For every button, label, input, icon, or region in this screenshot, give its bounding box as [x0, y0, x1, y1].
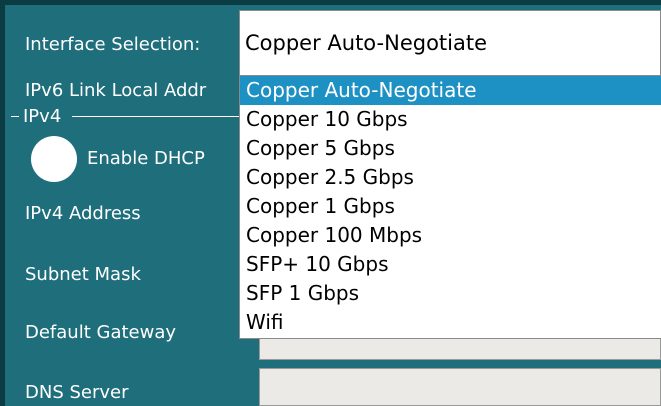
ipv4-group-border-left — [11, 116, 19, 117]
subnet-mask-label: Subnet Mask — [25, 264, 141, 285]
dns-server-label: DNS Server — [25, 382, 129, 403]
enable-dhcp-toggle[interactable] — [31, 136, 77, 182]
enable-dhcp-label: Enable DHCP — [87, 148, 205, 169]
panel-top-border — [0, 0, 661, 5]
dropdown-option[interactable]: Copper 1 Gbps — [240, 192, 661, 221]
ipv4-address-label: IPv4 Address — [25, 203, 141, 224]
dropdown-option[interactable]: SFP+ 10 Gbps — [240, 250, 661, 279]
ipv4-section-title: IPv4 — [23, 106, 62, 127]
dropdown-option[interactable]: Copper 10 Gbps — [240, 105, 661, 134]
interface-selection-label: Interface Selection: — [25, 34, 201, 55]
panel-left-border — [0, 0, 5, 406]
interface-dropdown-list: Copper Auto-Negotiate Copper 10 Gbps Coppe… — [239, 76, 661, 339]
interface-selection-value: Copper Auto-Negotiate — [245, 31, 488, 55]
default-gateway-input[interactable] — [259, 338, 661, 360]
dns-server-input[interactable] — [259, 368, 661, 406]
default-gateway-label: Default Gateway — [25, 322, 177, 343]
dropdown-option[interactable]: Copper Auto-Negotiate — [240, 76, 661, 105]
dropdown-option[interactable]: Copper 2.5 Gbps — [240, 163, 661, 192]
dropdown-option[interactable]: Wifi — [240, 308, 661, 337]
ipv6-link-local-label: IPv6 Link Local Addr — [25, 80, 207, 101]
ipv4-group-border-top — [72, 116, 240, 117]
dropdown-option[interactable]: Copper 5 Gbps — [240, 134, 661, 163]
dropdown-option[interactable]: Copper 100 Mbps — [240, 221, 661, 250]
dropdown-option[interactable]: SFP 1 Gbps — [240, 279, 661, 308]
